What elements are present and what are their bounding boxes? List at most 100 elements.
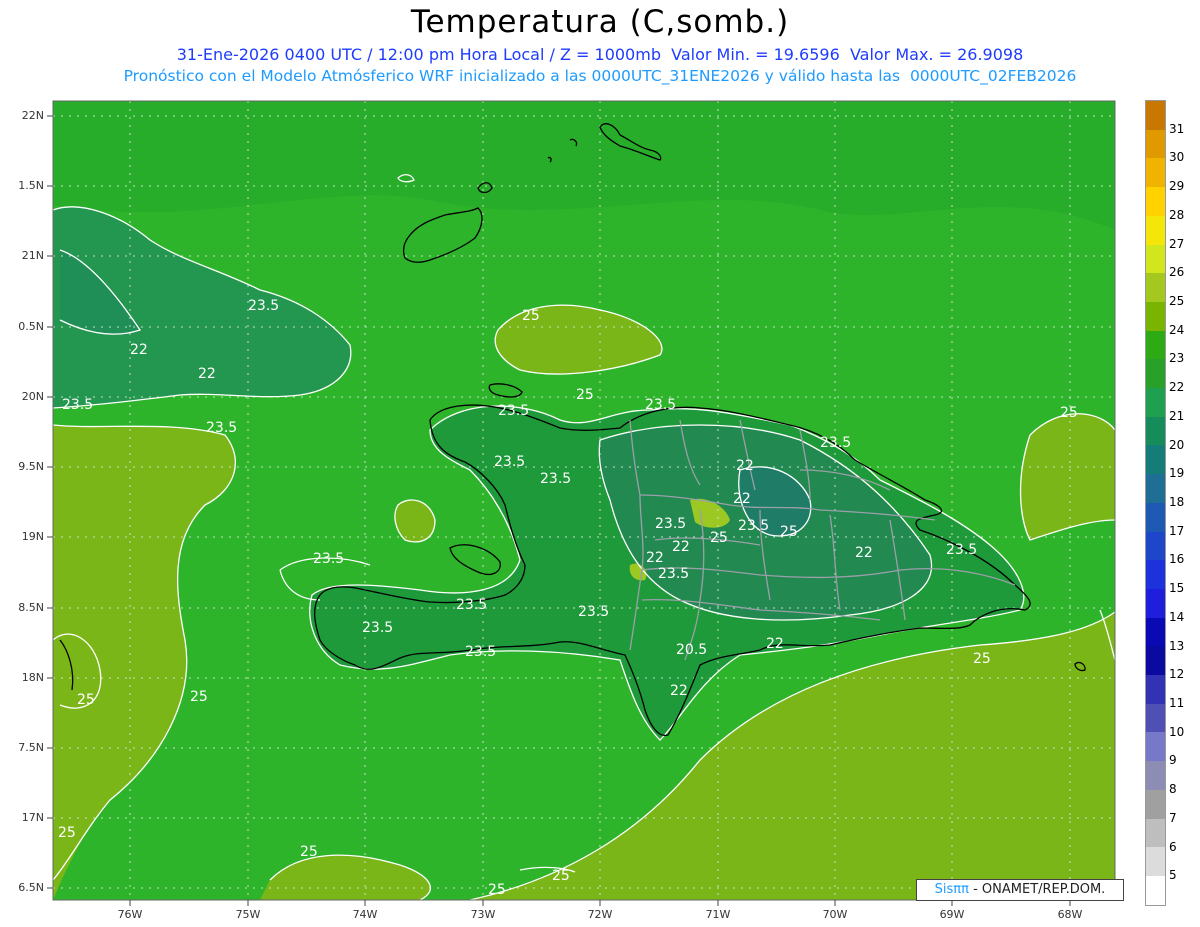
colorbar-tick-label: 12 — [1169, 667, 1185, 682]
colorbar-segment — [1146, 416, 1165, 446]
contour-label: 23.5 — [658, 566, 689, 582]
colorbar-tick-label: 5 — [1169, 868, 1177, 883]
colorbar-segment — [1146, 101, 1165, 130]
colorbar-tick-label: 21 — [1169, 408, 1185, 423]
colorbar-tick-label: 30 — [1169, 150, 1185, 165]
colorbar-tick-label: 16 — [1169, 552, 1185, 567]
contour-label: 23.5 — [206, 420, 237, 436]
colorbar-segment — [1146, 646, 1165, 676]
colorbar-segment — [1146, 789, 1165, 819]
colorbar-tick-label: 9 — [1169, 753, 1177, 768]
colorbar-tick-label: 18 — [1169, 495, 1185, 509]
colorbar-tick-label: 10 — [1169, 724, 1185, 739]
x-tick-label: 75W — [235, 908, 261, 921]
brand-label: Sisππ — [934, 882, 969, 897]
contour-label: 22 — [855, 545, 873, 561]
colorbar-segment — [1146, 359, 1165, 389]
contour-label: 22 — [670, 683, 688, 699]
x-tick-label: 68W — [1057, 908, 1083, 921]
colorbar-segment — [1146, 445, 1165, 475]
x-tick-label: 70W — [822, 908, 848, 921]
colorbar-tick-label: 29 — [1169, 179, 1185, 194]
contour-label: 23.5 — [248, 298, 279, 314]
contour-label: 22 — [130, 342, 148, 358]
contour-label: 22 — [736, 458, 754, 474]
contour-label: 25 — [973, 651, 991, 667]
colorbar-segment — [1146, 703, 1165, 733]
colorbar-tick-label: 6 — [1169, 839, 1177, 854]
colorbar-tick-label: 22 — [1169, 380, 1185, 395]
colorbar-tick-label: 14 — [1169, 609, 1185, 624]
colorbar-segment — [1146, 675, 1165, 704]
x-tick-label: 69W — [939, 908, 965, 921]
colorbar-tick-label: 31 — [1169, 121, 1185, 136]
colorbar-segment — [1146, 617, 1165, 647]
colorbar-tick-label: 23 — [1169, 351, 1185, 366]
contour-label: 23.5 — [540, 471, 571, 487]
contour-label: 25 — [710, 530, 728, 546]
x-tick-label: 71W — [705, 908, 731, 921]
colorbar-segment — [1146, 330, 1165, 360]
colorbar-segment — [1146, 158, 1165, 188]
contour-label: 23.5 — [820, 435, 851, 451]
colorbar-tick-label: 24 — [1169, 322, 1185, 337]
colorbar — [1145, 100, 1166, 906]
colorbar-tick-label: 25 — [1169, 294, 1185, 308]
colorbar-segment — [1146, 129, 1165, 159]
colorbar-segment — [1146, 474, 1165, 503]
colorbar-segment — [1146, 301, 1165, 331]
colorbar-segment — [1146, 818, 1165, 848]
colorbar-tick-label: 11 — [1169, 696, 1185, 710]
x-tick-label: 72W — [587, 908, 613, 921]
y-tick-label: 22N — [21, 109, 44, 122]
y-tick-label: 20N — [21, 390, 44, 403]
colorbar-segment — [1146, 875, 1165, 905]
contour-label: 23.5 — [62, 397, 93, 413]
contour-label: 22 — [198, 366, 216, 382]
colorbar-tick-label: 17 — [1169, 523, 1185, 538]
contour-label: 25 — [300, 844, 318, 860]
x-tick-label: 74W — [352, 908, 378, 921]
colorbar-segment — [1146, 847, 1165, 876]
contour-label: 23.5 — [578, 604, 609, 620]
y-tick-label: 8.5N — [18, 601, 44, 614]
colorbar-segment — [1146, 502, 1165, 532]
contour-label: 23.5 — [465, 644, 496, 660]
contour-label: 23.5 — [946, 542, 977, 558]
y-tick-label: 0.5N — [18, 320, 44, 333]
y-tick-label: 21N — [21, 249, 44, 262]
contour-label: 25 — [77, 692, 95, 708]
contour-label: 25 — [576, 387, 594, 403]
colorbar-tick-label: 28 — [1169, 207, 1185, 222]
contour-label: 23.5 — [738, 518, 769, 534]
y-tick-label: 6.5N — [18, 881, 44, 894]
contour-label: 23.5 — [655, 516, 686, 532]
y-tick-label: 9.5N — [18, 460, 44, 473]
colorbar-tick-label: 20 — [1169, 437, 1185, 452]
contour-label: 25 — [522, 308, 540, 324]
y-tick-label: 17N — [21, 811, 44, 824]
contour-label: 25 — [1060, 405, 1078, 421]
contour-label: 23.5 — [494, 454, 525, 470]
colorbar-segment — [1146, 531, 1165, 561]
colorbar-segment — [1146, 244, 1165, 274]
colorbar-segment — [1146, 732, 1165, 762]
colorbar-tick-label: 13 — [1169, 638, 1185, 653]
y-tick-label: 19N — [21, 530, 44, 543]
contour-label: 22 — [672, 539, 690, 555]
colorbar-tick-label: 26 — [1169, 265, 1185, 280]
colorbar-segment — [1146, 187, 1165, 216]
colorbar-tick-label: 8 — [1169, 782, 1177, 797]
colorbar-tick-label: 19 — [1169, 466, 1185, 481]
contour-label: 22 — [733, 491, 751, 507]
contour-label: 20.5 — [676, 642, 707, 658]
x-tick-label: 73W — [470, 908, 496, 921]
y-tick-label: 18N — [21, 671, 44, 684]
colorbar-segment — [1146, 388, 1165, 417]
colorbar-tick-label: 7 — [1169, 810, 1177, 825]
contour-label: 23.5 — [645, 397, 676, 413]
temperature-map: 23.5 23.5 23.5 23.5 23.5 23.5 23.5 23.5 … — [47, 100, 1116, 906]
contour-label: 25 — [58, 825, 76, 841]
contour-label: 25 — [190, 689, 208, 705]
colorbar-segment — [1146, 215, 1165, 245]
